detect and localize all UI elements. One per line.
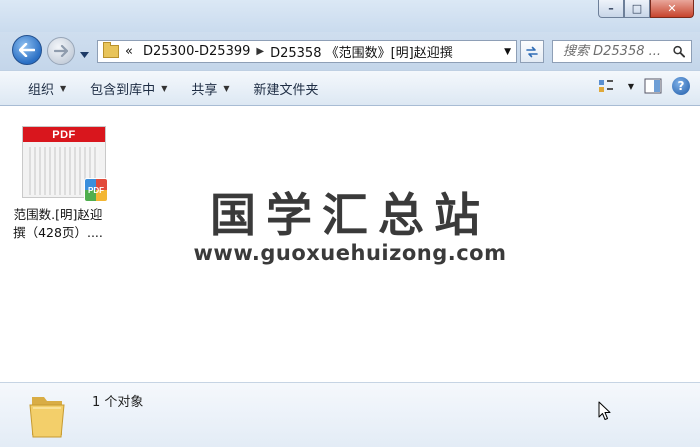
chevron-down-icon: ▼ (60, 83, 67, 93)
watermark-title: 国学汇总站 (210, 188, 490, 242)
folder-icon (103, 42, 119, 58)
help-button[interactable]: ? (672, 77, 690, 95)
preview-pane-icon (644, 78, 662, 94)
refresh-button[interactable] (520, 40, 544, 63)
chevron-down-icon (80, 52, 89, 58)
organize-button[interactable]: 组织 ▼ (16, 76, 78, 100)
file-list-area[interactable]: PDF PDF 范围数.[明]赵迎 撰（428页）.... 国学汇总站 www.… (0, 106, 700, 382)
navigation-bar: « D25300-D25399 ▶ D25358 《范围数》[明]赵迎撰 ▼ (0, 32, 700, 70)
search-icon[interactable] (673, 45, 685, 58)
search-box[interactable] (552, 40, 692, 63)
share-button[interactable]: 共享 ▼ (179, 76, 241, 100)
include-in-library-label: 包含到库中 (90, 82, 156, 98)
folder-icon (29, 397, 65, 438)
search-input[interactable] (561, 43, 673, 60)
include-in-library-button[interactable]: 包含到库中 ▼ (78, 76, 179, 100)
maximize-button[interactable]: □ (624, 0, 650, 18)
breadcrumb-overflow[interactable]: « (125, 44, 133, 59)
share-label: 共享 (191, 82, 218, 98)
arrow-right-icon (54, 45, 68, 57)
explorer-window: – □ ✕ « D25300-D25399 ▶ D25358 《范围数》[明]赵… (0, 0, 700, 447)
toolbar-right-group: ▼ ? (598, 77, 690, 95)
new-folder-button[interactable]: 新建文件夹 (242, 76, 331, 100)
item-count-status: 1 个对象 (92, 395, 144, 410)
caption-buttons: – □ ✕ (598, 0, 694, 18)
command-bar: 组织 ▼ 包含到库中 ▼ 共享 ▼ 新建文件夹 ▼ ? (0, 70, 700, 106)
breadcrumb-item-parent[interactable]: D25300-D25399 (143, 44, 250, 59)
chevron-down-icon: ▼ (161, 83, 168, 93)
view-grid-icon (598, 80, 613, 92)
recent-pages-dropdown[interactable] (80, 47, 89, 61)
back-button[interactable] (12, 35, 42, 65)
title-bar: – □ ✕ (0, 0, 700, 32)
breadcrumb-separator-icon[interactable]: ▶ (256, 46, 264, 57)
mouse-cursor-icon (598, 401, 611, 420)
new-folder-label: 新建文件夹 (253, 82, 319, 98)
organize-label: 组织 (28, 82, 55, 98)
watermark-url: www.guoxuehuizong.com (193, 241, 507, 265)
chevron-down-icon[interactable]: ▼ (628, 82, 634, 91)
change-view-button[interactable]: ▼ (598, 79, 634, 93)
pdf-band-label: PDF (23, 127, 105, 142)
preview-pane-button[interactable] (644, 78, 662, 94)
close-button[interactable]: ✕ (650, 0, 694, 18)
arrow-left-icon (19, 43, 35, 57)
forward-button[interactable] (47, 37, 75, 65)
details-pane: 1 个对象 (0, 382, 700, 447)
refresh-icon (526, 46, 538, 57)
minimize-button[interactable]: – (598, 0, 624, 18)
address-dropdown-icon[interactable]: ▼ (504, 47, 511, 57)
chevron-down-icon: ▼ (223, 83, 230, 93)
address-bar[interactable]: « D25300-D25399 ▶ D25358 《范围数》[明]赵迎撰 ▼ (97, 40, 517, 63)
breadcrumb-item-current[interactable]: D25358 《范围数》[明]赵迎撰 (270, 42, 453, 61)
